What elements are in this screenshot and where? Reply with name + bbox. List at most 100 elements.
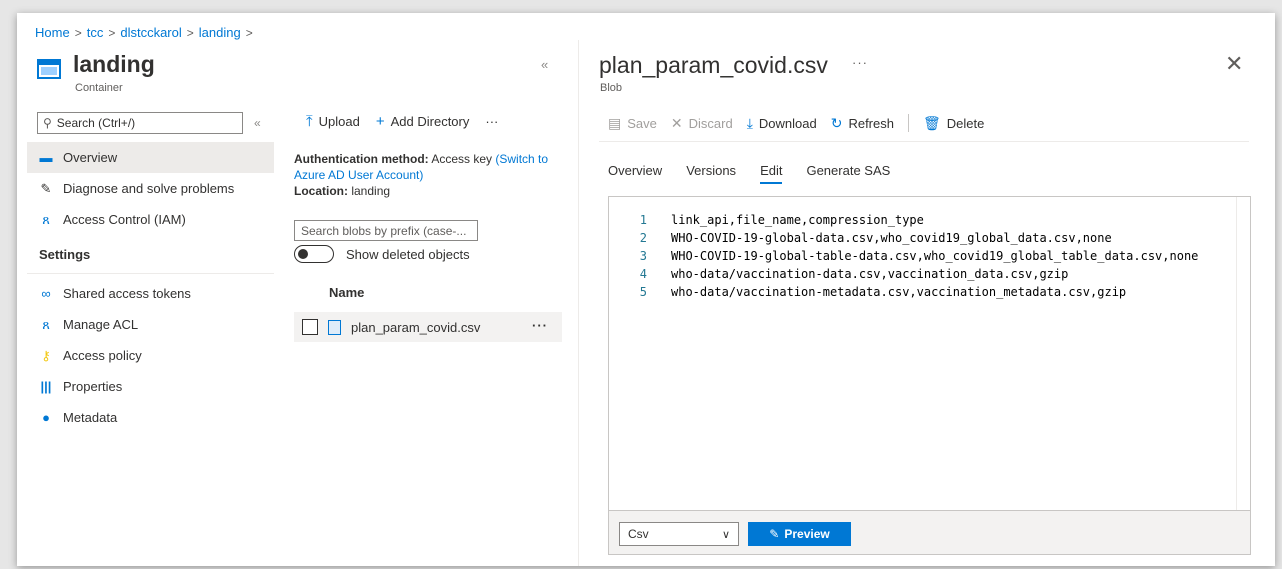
upload-button[interactable]: ⤒ Upload bbox=[306, 113, 360, 130]
blob-subtitle: Blob bbox=[600, 82, 623, 94]
auth-method-value: Access key bbox=[431, 152, 493, 166]
editor-scrollbar[interactable] bbox=[1236, 197, 1250, 510]
save-icon: ▤ bbox=[608, 114, 622, 131]
bars-icon: ||| bbox=[40, 379, 52, 394]
nav-item-label: Access Control (IAM) bbox=[63, 212, 186, 227]
blob-prefix-search-input[interactable]: Search blobs by prefix (case-... bbox=[294, 220, 478, 241]
discard-button[interactable]: ✕ Discard bbox=[671, 115, 733, 132]
format-select-value: Csv bbox=[628, 527, 649, 541]
refresh-button[interactable]: ↻ Refresh bbox=[831, 115, 894, 132]
line-text: who-data/vaccination-metadata.csv,vaccin… bbox=[671, 285, 1127, 299]
azure-portal-window: Home > tcc > dlstcckarol > landing > lan… bbox=[17, 13, 1275, 566]
close-icon[interactable]: ✕ bbox=[1225, 51, 1243, 77]
chevron-right-icon: > bbox=[186, 25, 194, 40]
editor-line: 3 WHO-COVID-19-global-table-data.csv,who… bbox=[609, 249, 1199, 267]
chevron-right-icon: > bbox=[108, 25, 116, 40]
auth-method-label: Authentication method: bbox=[294, 152, 429, 166]
line-number: 3 bbox=[639, 249, 647, 263]
tab-generate-sas[interactable]: Generate SAS bbox=[806, 163, 890, 184]
save-button[interactable]: ▤ Save bbox=[608, 115, 657, 132]
more-icon[interactable]: ··· bbox=[852, 55, 868, 70]
line-text: WHO-COVID-19-global-table-data.csv,who_c… bbox=[671, 249, 1199, 263]
row-more-icon[interactable]: ··· bbox=[532, 318, 548, 333]
tab-versions[interactable]: Versions bbox=[686, 163, 736, 184]
nav-item-diagnose[interactable]: ✎ Diagnose and solve problems bbox=[27, 173, 274, 204]
format-select[interactable]: Csv ∨ bbox=[619, 522, 739, 546]
download-label: Download bbox=[758, 115, 817, 131]
editor-line: 4 who-data/vaccination-data.csv,vaccinat… bbox=[609, 267, 1069, 285]
editor-line: 5 who-data/vaccination-metadata.csv,vacc… bbox=[609, 285, 1126, 303]
key-icon: ⚷ bbox=[41, 347, 51, 363]
search-placeholder: Search (Ctrl+/) bbox=[56, 116, 136, 130]
chevron-down-icon: ∨ bbox=[721, 528, 730, 541]
delete-label: Delete bbox=[946, 115, 985, 131]
pencil-icon: ✎ bbox=[769, 527, 780, 541]
more-icon[interactable]: ··· bbox=[485, 114, 498, 129]
nav-item-manage-acl[interactable]: ጸ Manage ACL bbox=[27, 309, 274, 340]
tab-edit[interactable]: Edit bbox=[760, 163, 783, 184]
nav-item-label: Manage ACL bbox=[63, 317, 139, 332]
nav-item-label: Shared access tokens bbox=[63, 286, 191, 301]
file-icon bbox=[328, 319, 341, 335]
container-info: Authentication method: Access key (Switc… bbox=[294, 151, 564, 199]
blade-divider bbox=[578, 40, 579, 566]
code-editor[interactable]: 1 link_api,file_name,compression_type 2 … bbox=[608, 196, 1251, 511]
collapse-menu-icon[interactable]: « bbox=[254, 116, 261, 130]
add-directory-button[interactable]: + Add Directory bbox=[376, 113, 470, 130]
people-icon: ጸ bbox=[42, 211, 50, 227]
nav-item-metadata[interactable]: ● Metadata bbox=[27, 402, 274, 433]
preview-button[interactable]: ✎ Preview bbox=[748, 522, 851, 546]
breadcrumb-home[interactable]: Home bbox=[35, 25, 70, 40]
plus-icon: + bbox=[375, 113, 385, 130]
nav-item-label: Diagnose and solve problems bbox=[63, 181, 235, 196]
breadcrumb-landing[interactable]: landing bbox=[199, 25, 241, 40]
nav-item-access-policy[interactable]: ⚷ Access policy bbox=[27, 340, 274, 371]
nav-item-overview[interactable]: ▬ Overview bbox=[27, 142, 274, 173]
save-label: Save bbox=[627, 115, 657, 131]
line-number: 2 bbox=[639, 231, 647, 245]
download-icon: ⤓ bbox=[746, 114, 753, 131]
show-deleted-toggle[interactable] bbox=[294, 245, 334, 263]
line-number: 5 bbox=[639, 285, 647, 299]
page-title: landing bbox=[73, 51, 155, 77]
tab-overview[interactable]: Overview bbox=[608, 163, 662, 184]
search-icon: ⚲ bbox=[43, 116, 52, 130]
page-subtitle: Container bbox=[75, 82, 123, 94]
refresh-label: Refresh bbox=[848, 115, 894, 131]
delete-button[interactable]: 🗑 Delete bbox=[923, 115, 984, 132]
settings-section-header: Settings bbox=[27, 235, 274, 274]
discard-label: Discard bbox=[688, 115, 733, 131]
upload-label: Upload bbox=[318, 114, 360, 129]
nav-item-label: Overview bbox=[63, 150, 118, 165]
chevron-right-icon: > bbox=[74, 25, 82, 40]
breadcrumb-storage-account[interactable]: dlstcckarol bbox=[120, 25, 181, 40]
location-value: landing bbox=[351, 184, 391, 198]
nav-item-properties[interactable]: ||| Properties bbox=[27, 371, 274, 402]
resource-menu-search[interactable]: ⚲ Search (Ctrl+/) bbox=[37, 112, 243, 134]
close-icon: ✕ bbox=[670, 114, 683, 131]
blob-title: plan_param_covid.csv bbox=[599, 52, 828, 78]
show-deleted-label: Show deleted objects bbox=[346, 246, 470, 262]
nav-item-iam[interactable]: ጸ Access Control (IAM) bbox=[27, 204, 274, 235]
line-number: 4 bbox=[639, 267, 647, 281]
row-checkbox[interactable] bbox=[302, 319, 318, 335]
line-text: link_api,file_name,compression_type bbox=[671, 213, 924, 227]
nav-item-label: Metadata bbox=[63, 410, 118, 425]
download-button[interactable]: ⤓ Download bbox=[747, 115, 817, 132]
collapse-blade-icon[interactable]: « bbox=[541, 57, 548, 72]
location-label: Location: bbox=[294, 184, 348, 198]
blob-list-item[interactable]: plan_param_covid.csv ··· bbox=[294, 312, 562, 342]
chevron-right-icon: > bbox=[245, 25, 253, 40]
show-deleted-row: Show deleted objects bbox=[294, 245, 470, 263]
editor-footer: Csv ∨ ✎ Preview bbox=[608, 511, 1251, 555]
toolbar-separator bbox=[907, 114, 909, 132]
info-icon: ● bbox=[42, 410, 50, 425]
breadcrumb-tcc[interactable]: tcc bbox=[87, 25, 104, 40]
container-icon bbox=[37, 59, 61, 79]
nav-item-shared-access-tokens[interactable]: ∞ Shared access tokens bbox=[27, 278, 274, 309]
breadcrumb: Home > tcc > dlstcckarol > landing > bbox=[35, 25, 253, 40]
blob-name[interactable]: plan_param_covid.csv bbox=[351, 320, 480, 335]
refresh-icon: ↻ bbox=[830, 114, 843, 131]
name-column-header[interactable]: Name bbox=[329, 285, 364, 300]
link-icon: ∞ bbox=[41, 286, 51, 301]
